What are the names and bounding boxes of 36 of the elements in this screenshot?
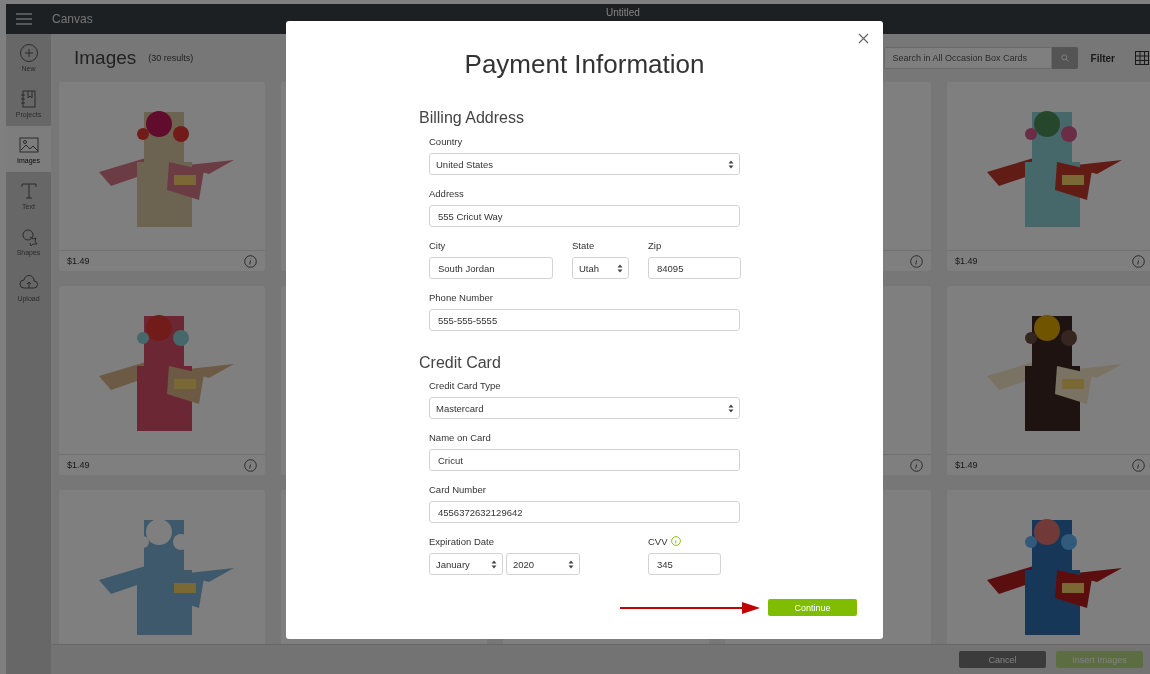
text-field[interactable]: South Jordan — [429, 257, 553, 279]
search-field[interactable]: Search in All Occasion Box Cards — [883, 47, 1052, 69]
field-label: City — [429, 239, 446, 251]
field-label: Credit Card Type — [429, 379, 501, 391]
field-label: Phone Number — [429, 291, 493, 303]
field-label: CVV — [648, 535, 668, 547]
field-label: Name on Card — [429, 431, 491, 443]
section-heading: Billing Address — [419, 108, 525, 128]
price: $1.49 — [955, 256, 978, 266]
text-field[interactable]: 4556372632129642 — [429, 501, 740, 523]
dropdown[interactable]: January — [429, 553, 503, 575]
price: $1.49 — [955, 460, 978, 470]
result-count: (30 results) — [148, 53, 194, 63]
field-label: Zip — [648, 239, 662, 251]
document-title: Untitled — [606, 7, 640, 19]
dialog-title: Payment Information — [463, 48, 706, 81]
price: $1.49 — [67, 256, 90, 266]
section-heading: Credit Card — [419, 353, 502, 373]
dropdown[interactable]: Mastercard — [429, 397, 740, 419]
text-field[interactable]: 84095 — [648, 257, 741, 279]
text-field[interactable]: 555-555-5555 — [429, 309, 740, 331]
field-label: Address — [429, 187, 464, 199]
app-title: Canvas — [52, 12, 93, 26]
text-field[interactable]: 555 Cricut Way — [429, 205, 740, 227]
field-label: State — [572, 239, 595, 251]
field-label: Card Number — [429, 483, 487, 495]
dropdown[interactable]: 2020 — [506, 553, 580, 575]
dropdown[interactable]: United States — [429, 153, 740, 175]
field-label: Country — [429, 135, 463, 147]
price: $1.49 — [67, 460, 90, 470]
field-label: Expiration Date — [429, 535, 494, 547]
text-field[interactable]: 345 — [648, 553, 721, 575]
text-field[interactable]: Cricut — [429, 449, 740, 471]
dropdown[interactable]: Utah — [572, 257, 629, 279]
filter-button[interactable]: Filter — [1090, 52, 1115, 64]
page-title: Images — [74, 47, 137, 69]
